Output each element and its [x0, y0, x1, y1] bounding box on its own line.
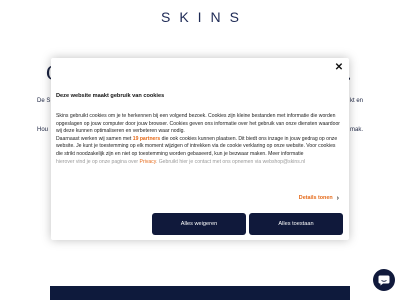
chat-button[interactable] [373, 269, 395, 291]
cookie-paragraph-1: Skins gebruikt cookies om je te herkenne… [56, 113, 341, 135]
accept-all-button[interactable]: Alles toestaan [249, 213, 343, 235]
details-label: Details tonen [298, 195, 333, 201]
details-toggle[interactable]: Details tonen › [299, 195, 339, 202]
partners-link[interactable]: 19 partners [133, 136, 160, 142]
cookie-consent-dialog: ✕ Deze website maakt gebruik van cookies… [51, 58, 349, 240]
chevron-right-icon: › [336, 195, 339, 202]
close-icon[interactable]: ✕ [333, 62, 345, 74]
cookie-paragraph-2-start: Daarnaast werken wij samen met [56, 135, 133, 142]
text-fade-mask [51, 162, 349, 184]
chat-icon [378, 275, 390, 286]
cookie-dialog-title: Deze website maakt gebruik van cookies [56, 93, 165, 99]
reject-all-button[interactable]: Alles weigeren [152, 213, 246, 235]
cookie-dialog-body: Skins gebruikt cookies om je te herkenne… [56, 113, 342, 166]
cookie-paragraph-2: Daarnaast werken wij samen met 19 partne… [56, 136, 342, 159]
